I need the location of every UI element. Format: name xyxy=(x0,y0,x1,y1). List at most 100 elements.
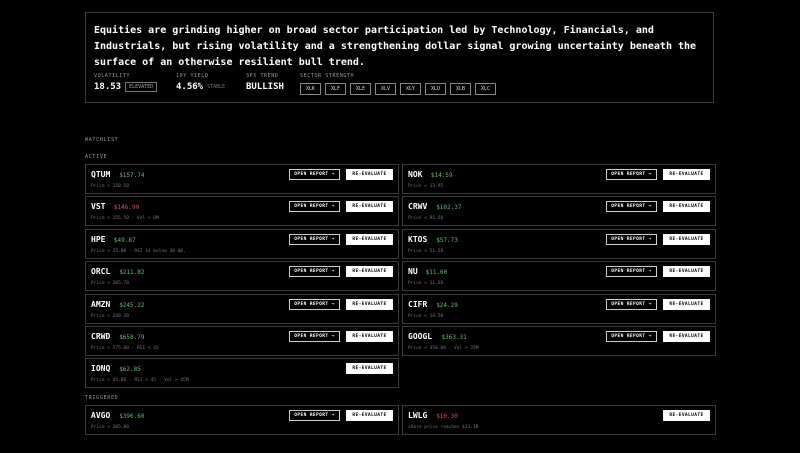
volatility-value: 18.53 xyxy=(94,82,122,92)
alert-condition: Price < 95.50 xyxy=(408,216,444,221)
ticker-price: $396.60 xyxy=(119,413,145,420)
open-report-button[interactable]: OPEN REPORT → xyxy=(606,201,657,212)
open-report-button[interactable]: OPEN REPORT → xyxy=(289,266,340,277)
open-report-button[interactable]: OPEN REPORT → xyxy=(289,234,340,245)
yield-label: 10Y YIELD xyxy=(176,73,209,79)
ticker-symbol[interactable]: IONQ xyxy=(91,364,110,373)
ticker-symbol[interactable]: ORCL xyxy=(91,267,110,276)
alert-condition: Price < 155.50 · Vol > 6M xyxy=(91,216,159,221)
re-evaluate-button[interactable]: RE-EVALUATE xyxy=(663,201,710,212)
re-evaluate-button[interactable]: RE-EVALUATE xyxy=(663,234,710,245)
volatility-metric: VOLATILITY 18.53 ELEVATED xyxy=(94,73,158,92)
ticker-symbol[interactable]: CIFR xyxy=(408,300,427,309)
ticker-price: $157.74 xyxy=(119,172,145,179)
ticker-symbol[interactable]: AMZN xyxy=(91,300,110,309)
re-evaluate-button[interactable]: RE-EVALUATE xyxy=(346,266,393,277)
open-report-button[interactable]: OPEN REPORT → xyxy=(289,299,340,310)
sector-strength-label: SECTOR STRENGTH xyxy=(300,73,355,79)
ticker-symbol[interactable]: CRWD xyxy=(91,332,110,341)
sector-chip-xlu[interactable]: XLU xyxy=(425,83,446,95)
open-report-button[interactable]: OPEN REPORT → xyxy=(289,410,340,421)
watchlist-card-vst: VST $146.90 Price < 155.50 · Vol > 6M OPEN … xyxy=(85,196,399,226)
alert-condition: Price < 240.20 xyxy=(91,314,129,319)
alert-condition: share price reaches $11.10 xyxy=(408,425,479,430)
watchlist-title: WATCHLIST xyxy=(85,137,119,143)
yield-value: 4.56% xyxy=(176,82,204,92)
sector-chip-xlb[interactable]: XLB xyxy=(450,83,471,95)
watchlist-card-avgo: AVGO $396.60 Price < 385.80 OPEN REPORT → RE… xyxy=(85,405,399,435)
alert-condition: Price < 18.50 xyxy=(408,314,444,319)
alert-condition: Price < 51.50 xyxy=(408,249,444,254)
sector-chip-xlf[interactable]: XLF xyxy=(325,83,346,95)
volatility-badge: ELEVATED xyxy=(125,82,158,92)
ticker-price: $245.22 xyxy=(119,302,145,309)
open-report-button[interactable]: OPEN REPORT → xyxy=(606,169,657,180)
triggered-section-label: TRIGGERED xyxy=(85,395,119,401)
ticker-symbol[interactable]: KTOS xyxy=(408,235,427,244)
sector-chip-xlv[interactable]: XLV xyxy=(375,83,396,95)
watchlist-card-ionq: IONQ $62.85 Price < 45.88 · RSI < 45 · Vol… xyxy=(85,358,399,388)
re-evaluate-button[interactable]: RE-EVALUATE xyxy=(663,410,710,421)
sector-strength: SECTOR STRENGTH XLK XLF XLE XLV XLY XLU XLB XLC xyxy=(300,73,496,95)
re-evaluate-button[interactable]: RE-EVALUATE xyxy=(663,331,710,342)
ticker-price: $11.60 xyxy=(425,269,448,276)
sector-chip-xlc[interactable]: XLC xyxy=(475,83,496,95)
ticker-price: $24.29 xyxy=(436,302,458,309)
open-report-button[interactable]: OPEN REPORT → xyxy=(606,266,657,277)
watchlist-card-googl: GOOGL $363.31 Price < 350.00 · Vol > 35M OP… xyxy=(402,326,716,356)
ticker-symbol[interactable]: LWLG xyxy=(408,411,427,420)
ticker-price: $62.85 xyxy=(119,366,141,373)
alert-condition: Price < 13.95 xyxy=(408,184,444,189)
watchlist-card-hpe: HPE $49.87 Price < 35.00 · RSI 14 below 30… xyxy=(85,229,399,259)
watchlist-card-nok: NOK $14.59 Price < 13.95 OPEN REPORT → RE-EV… xyxy=(402,164,716,194)
ticker-symbol[interactable]: CRWV xyxy=(408,202,427,211)
trend-label: SPX TREND xyxy=(246,73,279,79)
re-evaluate-button[interactable]: RE-EVALUATE xyxy=(346,169,393,180)
sector-chip-xlk[interactable]: XLK xyxy=(300,83,321,95)
alert-condition: Price < 205.70 xyxy=(91,281,129,286)
watchlist-card-crwv: CRWV $102.37 Price < 95.50 OPEN REPORT → RE-… xyxy=(402,196,716,226)
alert-condition: Price < 35.00 · RSI 14 below 30.00, xyxy=(91,249,186,254)
alert-condition: Price < 150.50 xyxy=(91,184,129,189)
watchlist-card-lwlg: LWLG $10.30 share price reaches $11.10 RE-E… xyxy=(402,405,716,435)
open-report-button[interactable]: OPEN REPORT → xyxy=(606,234,657,245)
ticker-price: $146.90 xyxy=(113,204,140,211)
ticker-price: $102.37 xyxy=(436,204,462,211)
open-report-button[interactable]: OPEN REPORT → xyxy=(289,201,340,212)
open-report-button[interactable]: OPEN REPORT → xyxy=(289,331,340,342)
re-evaluate-button[interactable]: RE-EVALUATE xyxy=(346,201,393,212)
ticker-price: $211.82 xyxy=(119,269,145,276)
trend-value: BULLISH xyxy=(246,82,284,92)
ticker-symbol[interactable]: NOK xyxy=(408,170,422,179)
market-summary-panel: Equities are grinding higher on broad se… xyxy=(85,12,714,103)
sector-list: XLK XLF XLE XLV XLY XLU XLB XLC xyxy=(300,83,496,95)
ticker-price: $14.59 xyxy=(430,172,453,179)
ticker-symbol[interactable]: QTUM xyxy=(91,170,110,179)
re-evaluate-button[interactable]: RE-EVALUATE xyxy=(346,363,393,374)
alert-condition: Price < 385.80 xyxy=(91,425,129,430)
ticker-symbol[interactable]: HPE xyxy=(91,235,105,244)
re-evaluate-button[interactable]: RE-EVALUATE xyxy=(663,299,710,310)
alert-condition: Price < 45.88 · RSI < 45 · Vol > 45M xyxy=(91,378,189,383)
watchlist-card-amzn: AMZN $245.22 Price < 240.20 OPEN REPORT → RE… xyxy=(85,294,399,324)
re-evaluate-button[interactable]: RE-EVALUATE xyxy=(663,169,710,180)
ticker-symbol[interactable]: AVGO xyxy=(91,411,110,420)
sector-chip-xly[interactable]: XLY xyxy=(400,83,421,95)
sector-chip-xle[interactable]: XLE xyxy=(350,83,371,95)
ticker-symbol[interactable]: NU xyxy=(408,267,418,276)
open-report-button[interactable]: OPEN REPORT → xyxy=(289,169,340,180)
ticker-symbol[interactable]: VST xyxy=(91,202,105,211)
re-evaluate-button[interactable]: RE-EVALUATE xyxy=(346,331,393,342)
re-evaluate-button[interactable]: RE-EVALUATE xyxy=(346,299,393,310)
re-evaluate-button[interactable]: RE-EVALUATE xyxy=(663,266,710,277)
re-evaluate-button[interactable]: RE-EVALUATE xyxy=(346,410,393,421)
open-report-button[interactable]: OPEN REPORT → xyxy=(606,331,657,342)
alert-condition: Price < 11.60 xyxy=(408,281,444,286)
yield-metric: 10Y YIELD 4.56% STABLE xyxy=(176,73,225,92)
ticker-symbol[interactable]: GOOGL xyxy=(408,332,432,341)
watchlist-card-cifr: CIFR $24.29 Price < 18.50 OPEN REPORT → RE-E… xyxy=(402,294,716,324)
ticker-price: $57.73 xyxy=(436,237,458,244)
open-report-button[interactable]: OPEN REPORT → xyxy=(606,299,657,310)
re-evaluate-button[interactable]: RE-EVALUATE xyxy=(346,234,393,245)
watchlist-card-ktos: KTOS $57.73 Price < 51.50 OPEN REPORT → RE-E… xyxy=(402,229,716,259)
